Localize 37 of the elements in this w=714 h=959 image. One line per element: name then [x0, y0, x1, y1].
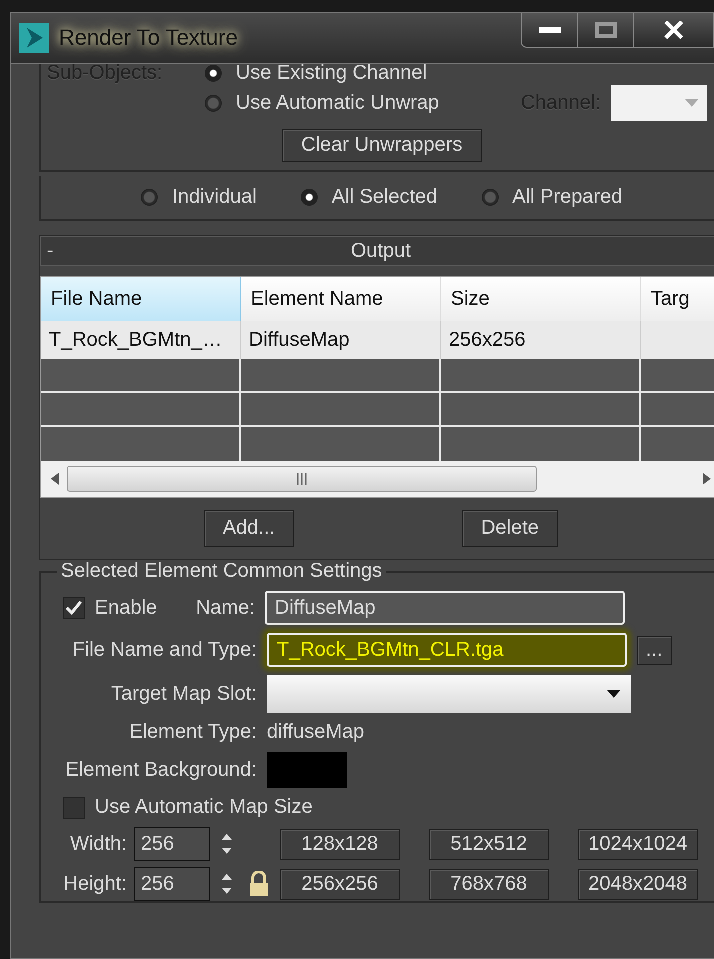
rollout-header[interactable]: - Output	[40, 236, 714, 266]
field-label: Width:	[69, 832, 127, 856]
radio-label: All Selected	[332, 186, 438, 209]
column-header[interactable]: File Name	[41, 277, 241, 321]
preset-size-button[interactable]: 1024x1024	[578, 828, 698, 860]
group-title: Selected Element Common Settings	[60, 560, 384, 583]
radio-label: Individual	[172, 186, 257, 209]
field-label: Element Type:	[128, 721, 257, 744]
window-title: Render To Texture	[59, 25, 239, 51]
collapse-toggle[interactable]: -	[41, 240, 65, 262]
number-field[interactable]: 256	[134, 827, 210, 861]
column-header[interactable]: Size	[441, 277, 641, 321]
preset-size-button[interactable]: 256x256	[280, 868, 400, 900]
column-header[interactable]: Element Name	[241, 277, 441, 321]
checkbox-label: Use Automatic Map Size	[95, 796, 313, 819]
field-label: Height:	[62, 872, 127, 896]
preset-size-button[interactable]: 768x768	[429, 868, 549, 900]
rollout-title: Output	[350, 240, 412, 262]
number-field[interactable]: 256	[134, 867, 210, 901]
name-field[interactable]: DiffuseMap	[265, 591, 625, 625]
radio-label: Use Existing Channel	[236, 64, 428, 85]
radio-label: Use Automatic Unwrap	[236, 92, 440, 114]
element-type-value: diffuseMap	[267, 721, 364, 744]
clear-unwrappers-button[interactable]: Clear Unwrappers	[282, 129, 482, 162]
preset-size-button[interactable]: 512x512	[429, 828, 549, 860]
field-label: Name:	[195, 596, 255, 620]
checkbox-label: Enable	[95, 596, 158, 620]
field-label: File Name and Type:	[72, 638, 257, 662]
field-label: Target Map Slot:	[110, 682, 257, 706]
preset-size-button[interactable]: 2048x2048	[578, 868, 698, 900]
add-button[interactable]: Add...	[204, 510, 294, 547]
field-label: Element Background:	[64, 758, 257, 782]
preset-size-button[interactable]: 128x128	[280, 828, 400, 860]
browse-button[interactable]: ...	[637, 636, 672, 664]
radio-label: All Prepared	[512, 186, 623, 209]
file-name-field[interactable]: T_Rock_BGMtn_CLR.tga	[267, 633, 627, 667]
delete-button[interactable]: Delete	[462, 510, 558, 547]
